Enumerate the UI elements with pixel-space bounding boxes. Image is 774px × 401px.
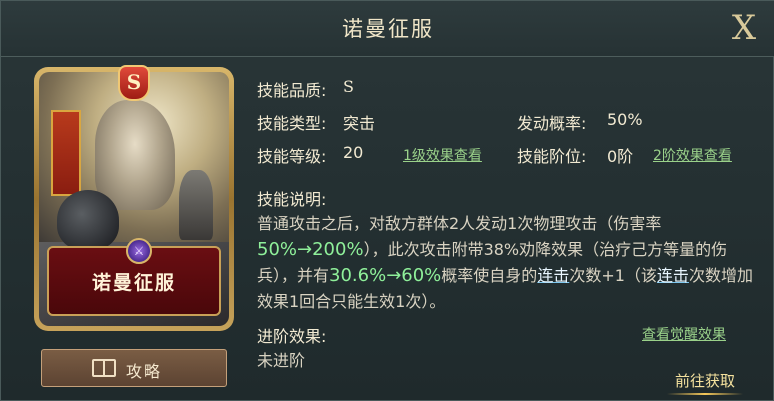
helmet-art	[57, 190, 119, 250]
guide-button[interactable]: 攻略	[41, 349, 227, 387]
advance-label: 进阶效果:	[257, 327, 327, 346]
quality-label: 技能品质:	[257, 81, 327, 100]
grade-badge: S	[118, 65, 150, 101]
description-label: 技能说明:	[257, 190, 327, 209]
card-artwork: ⚔ 诺曼征服	[39, 72, 229, 326]
type-value: 突击	[343, 114, 376, 133]
close-button[interactable]: X	[727, 9, 761, 47]
banner-art	[51, 110, 81, 196]
combo-keyword-link-2[interactable]: 连击	[657, 266, 689, 285]
stage-value: 0阶	[607, 147, 634, 166]
chance-label: 发动概率:	[517, 114, 587, 133]
level-effect-link[interactable]: 1级效果查看	[403, 145, 482, 165]
chance-value: 50%	[607, 110, 643, 129]
chance-highlight: 30.6%→60%	[329, 265, 442, 286]
advance-value: 未进阶	[257, 351, 306, 370]
damage-rate-highlight: 50%→200%	[257, 239, 364, 260]
guide-button-label: 攻略	[126, 362, 163, 381]
skill-type-gem-icon: ⚔	[126, 238, 152, 264]
level-label: 技能等级:	[257, 147, 327, 166]
acquire-button[interactable]: 前往获取	[666, 370, 744, 395]
combo-keyword-link[interactable]: 连击	[537, 266, 569, 285]
horse-art	[95, 100, 175, 210]
stage-effect-link[interactable]: 2阶效果查看	[653, 145, 732, 165]
awaken-effect-link[interactable]: 查看觉醒效果	[642, 324, 726, 344]
card-name: 诺曼征服	[91, 272, 176, 294]
quality-value: S	[343, 77, 354, 96]
book-icon	[92, 359, 116, 377]
type-label: 技能类型:	[257, 114, 327, 133]
skill-description: 普通攻击之后，对敌方群体2人发动1次物理攻击（伤害率50%→200%），此次攻击…	[257, 214, 753, 311]
skill-detail-panel: 诺曼征服 X ⚔ 诺曼征服 S 攻略 技能品质: S 技能类型: 突击 发动概率…	[0, 0, 774, 401]
header-bar: 诺曼征服 X	[1, 1, 774, 57]
level-value: 20	[343, 143, 364, 162]
page-title: 诺曼征服	[342, 17, 434, 41]
stage-label: 技能阶位:	[517, 147, 587, 166]
soldier-art	[179, 170, 213, 240]
skill-card: ⚔ 诺曼征服 S	[34, 65, 234, 331]
